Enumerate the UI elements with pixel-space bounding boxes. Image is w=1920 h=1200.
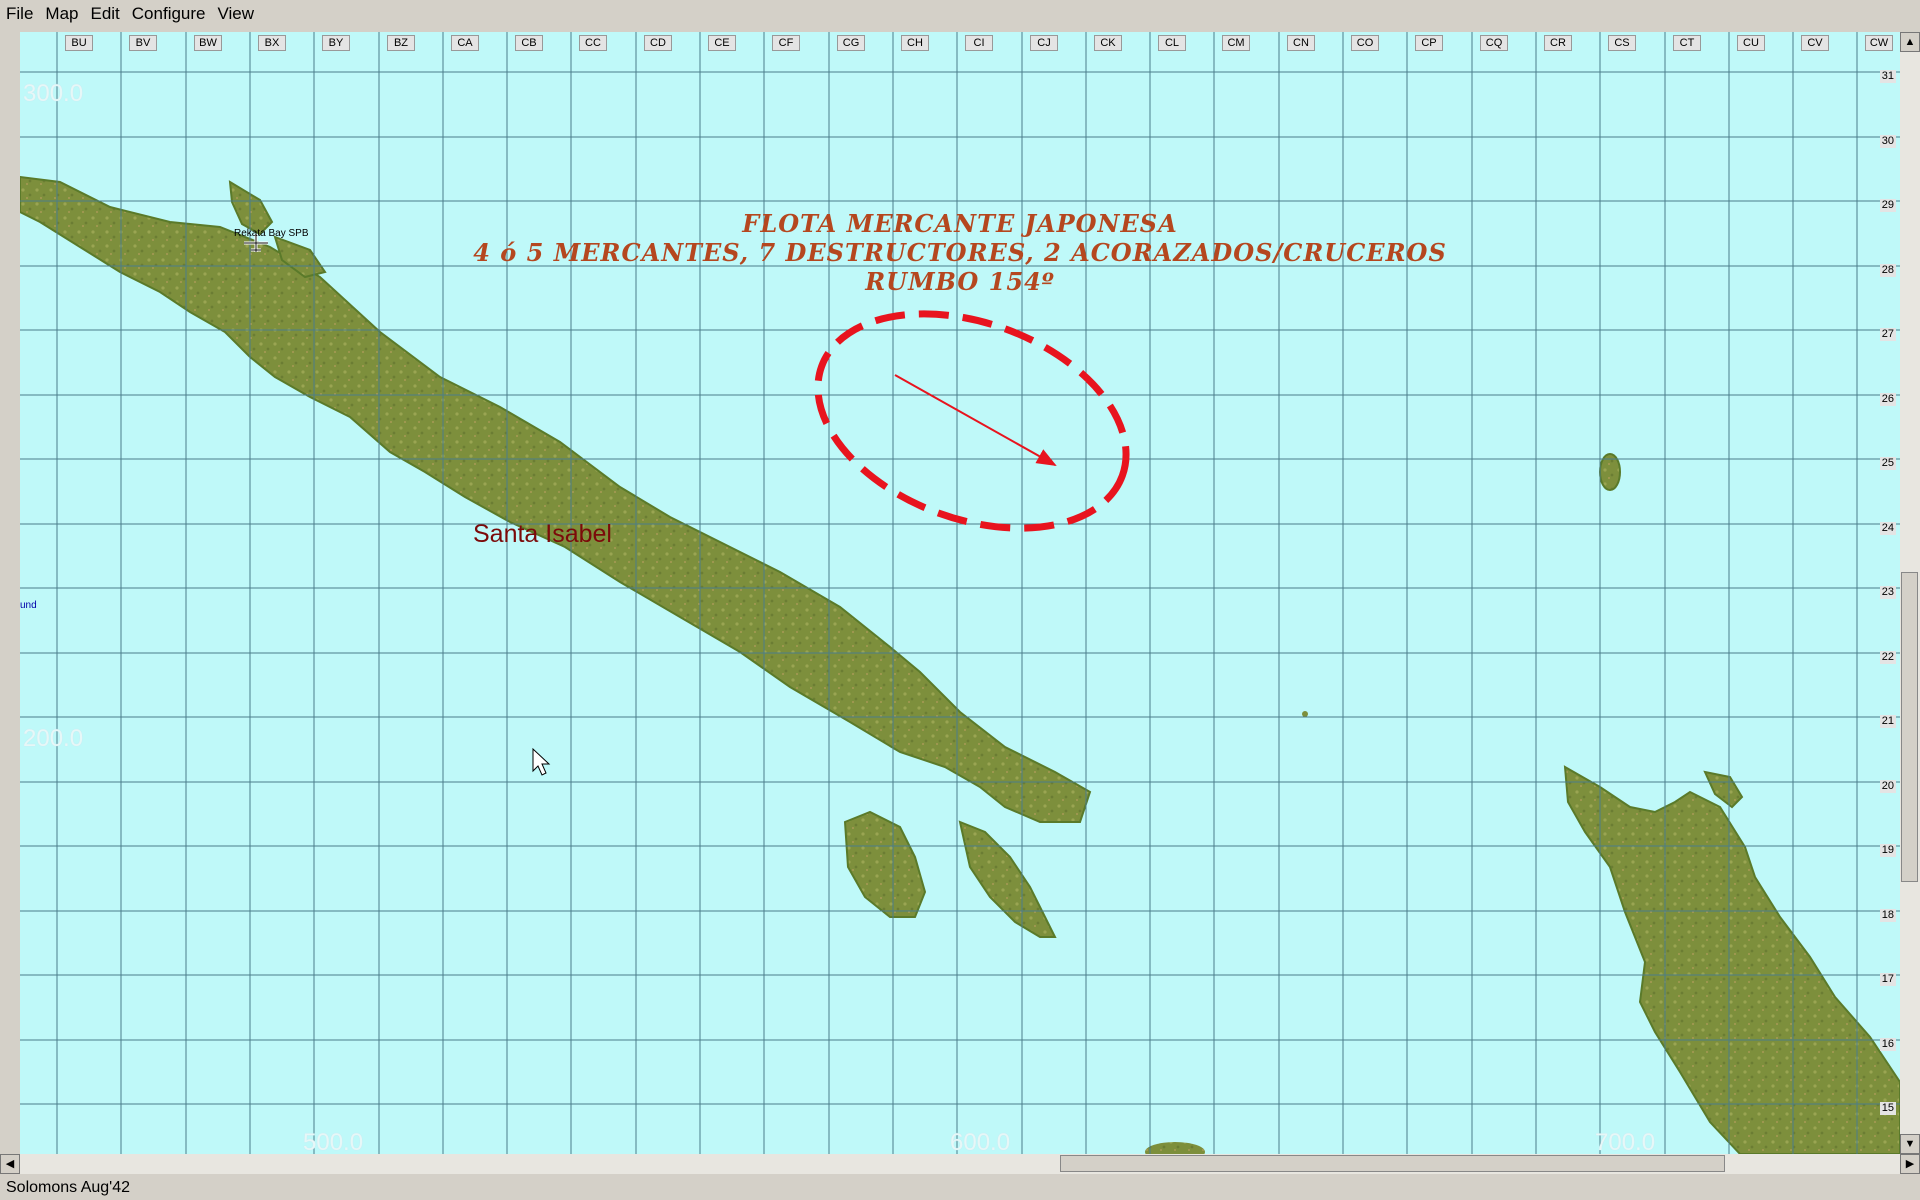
column-label: BW [194, 35, 222, 51]
row-label: 25 [1879, 457, 1896, 470]
row-label: 27 [1879, 328, 1896, 341]
annotation-fleet-composition: 4 ó 5 MERCANTES, 7 DESTRUCTORES, 2 ACORA… [473, 238, 1447, 267]
scroll-right-arrow-icon[interactable]: ▶ [1900, 1154, 1920, 1174]
row-label: 18 [1879, 909, 1896, 922]
map-canvas[interactable]: BU BV BW BX BY BZ CA CB CC CD CE CF CG CH CI CJ CK CL CM CN… [20, 32, 1900, 1154]
column-label: CG [837, 35, 865, 51]
fleet-heading-arrow [894, 374, 1057, 466]
row-label: 26 [1879, 393, 1896, 406]
menu-view[interactable]: View [212, 0, 261, 28]
column-label: CQ [1480, 35, 1508, 51]
row-label: 23 [1879, 586, 1896, 599]
column-label: CE [708, 35, 736, 51]
status-bar: Solomons Aug'42 [0, 1176, 1920, 1200]
horizontal-scrollbar[interactable]: ◀ ▶ [0, 1154, 1920, 1174]
column-label: CP [1415, 35, 1443, 51]
column-label: CD [644, 35, 672, 51]
scroll-down-arrow-icon[interactable]: ▼ [1900, 1134, 1920, 1154]
scroll-up-arrow-icon[interactable]: ▲ [1900, 32, 1920, 52]
coord-x-500: 500.0 [303, 1129, 364, 1154]
base-label-rekata-bay[interactable]: Rekata Bay SPB [234, 228, 308, 239]
column-label: BY [322, 35, 350, 51]
column-label: CM [1222, 35, 1250, 51]
menu-bar: File Map Edit Configure View [0, 0, 1920, 28]
coord-y-200: 200.0 [23, 725, 84, 752]
column-label: CR [1544, 35, 1572, 51]
island-label-santa-isabel: Santa Isabel [473, 520, 612, 548]
southeast-landmass [1563, 765, 1900, 1154]
row-label: 31 [1879, 70, 1896, 83]
small-island-1 [843, 810, 927, 918]
column-label: CF [772, 35, 800, 51]
column-label: CA [451, 35, 479, 51]
column-label: CU [1737, 35, 1765, 51]
column-label: CK [1094, 35, 1122, 51]
edge-location-label[interactable]: und [20, 600, 37, 611]
small-island-2 [958, 820, 1057, 938]
row-label: 30 [1879, 135, 1896, 148]
column-label: CB [515, 35, 543, 51]
scroll-left-arrow-icon[interactable]: ◀ [0, 1154, 20, 1174]
map-grid [20, 32, 1900, 1154]
map-svg [20, 32, 1900, 1154]
horizontal-scroll-thumb[interactable] [1060, 1155, 1725, 1172]
menu-edit[interactable]: Edit [84, 0, 125, 28]
column-label: CJ [1030, 35, 1058, 51]
row-label: 16 [1879, 1038, 1896, 1051]
column-label: CT [1673, 35, 1701, 51]
row-label: 19 [1879, 844, 1896, 857]
column-label: BZ [387, 35, 415, 51]
column-label: CW [1865, 35, 1893, 51]
row-label: 17 [1879, 973, 1896, 986]
row-label: 15 [1879, 1102, 1896, 1115]
menu-file[interactable]: File [0, 0, 39, 28]
column-label: CV [1801, 35, 1829, 51]
column-label: CI [965, 35, 993, 51]
menu-configure[interactable]: Configure [126, 0, 212, 28]
map-area: BU BV BW BX BY BZ CA CB CC CD CE CF CG CH CI CJ CK CL CM CN… [0, 32, 1920, 1154]
column-label: CC [579, 35, 607, 51]
annotation-heading: RUMBO 154º [865, 267, 1055, 296]
vertical-scroll-thumb[interactable] [1901, 572, 1918, 882]
column-label: BU [65, 35, 93, 51]
vertical-scrollbar[interactable]: ▲ ▼ [1900, 32, 1920, 1154]
row-label: 22 [1879, 651, 1896, 664]
menu-map[interactable]: Map [39, 0, 84, 28]
mouse-pointer-icon [532, 747, 551, 776]
coord-x-600: 600.0 [950, 1129, 1011, 1154]
row-label: 20 [1879, 780, 1896, 793]
islet-bottom [1145, 1142, 1205, 1154]
column-label: CL [1158, 35, 1186, 51]
coord-x-700: 700.0 [1595, 1129, 1656, 1154]
column-label: BV [129, 35, 157, 51]
row-label: 21 [1879, 715, 1896, 728]
column-label: CH [901, 35, 929, 51]
column-label: BX [258, 35, 286, 51]
column-label: CS [1608, 35, 1636, 51]
islet-dot [1302, 711, 1308, 717]
left-edge-strip [0, 32, 20, 1154]
row-label: 24 [1879, 522, 1896, 535]
column-label: CN [1287, 35, 1315, 51]
coord-y-300: 300.0 [23, 80, 84, 107]
column-label: CO [1351, 35, 1379, 51]
